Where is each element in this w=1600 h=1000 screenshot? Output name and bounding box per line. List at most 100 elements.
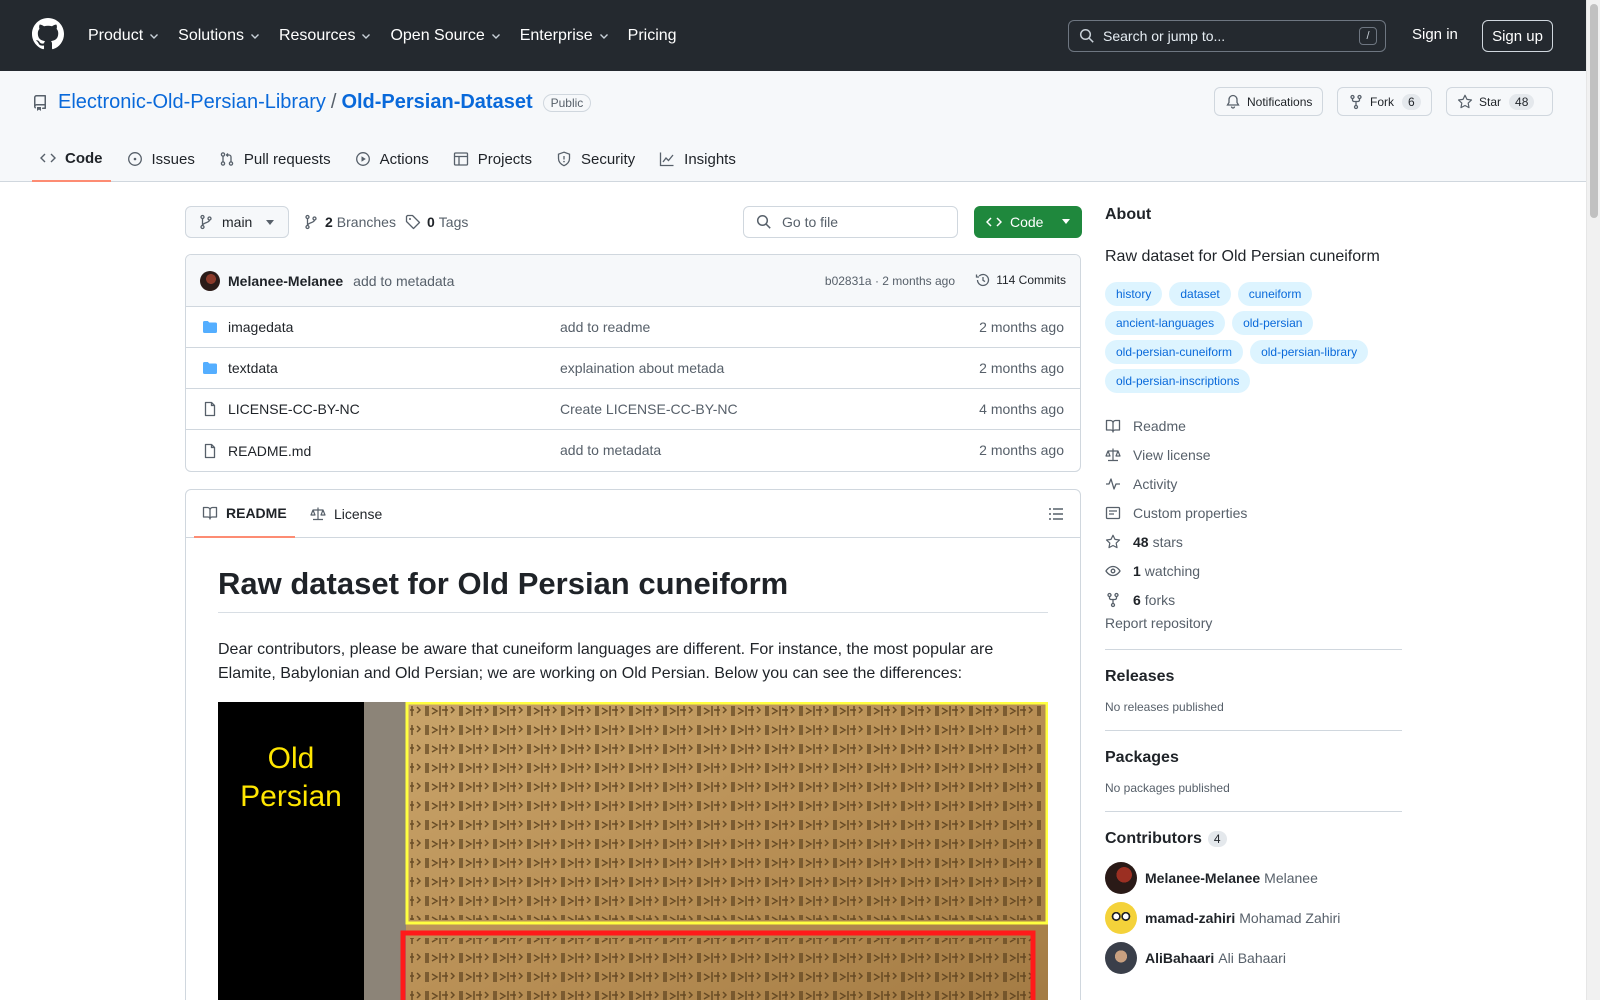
file-name-link[interactable]: README.md xyxy=(228,443,311,459)
forks-link[interactable]: 6 forks xyxy=(1105,585,1402,614)
commits-link[interactable]: 114 Commits xyxy=(975,272,1066,288)
chevron-down-icon xyxy=(491,33,500,39)
github-logo-icon[interactable] xyxy=(32,18,64,50)
tag-icon xyxy=(405,214,421,230)
custom-properties-link[interactable]: Custom properties xyxy=(1105,498,1402,527)
topic-tag[interactable]: ancient-languages xyxy=(1105,311,1226,335)
tab-license[interactable]: License xyxy=(310,490,382,538)
avatar[interactable] xyxy=(200,270,220,291)
tab-label: Security xyxy=(580,150,636,168)
license-tab-label: License xyxy=(334,506,383,522)
packages-heading[interactable]: Packages xyxy=(1105,749,1402,767)
file-name-link[interactable]: imagedata xyxy=(228,319,293,335)
link-label: Custom properties xyxy=(1133,504,1248,521)
chevron-down-icon xyxy=(362,33,371,39)
nav-solutions[interactable]: Solutions xyxy=(178,27,261,45)
contributor-item[interactable]: mamad-zahiri Mohamad Zahiri xyxy=(1105,898,1402,938)
releases-heading[interactable]: Releases xyxy=(1105,668,1402,686)
visibility-badge: Public xyxy=(542,93,592,112)
file-commit-message[interactable]: explaination about metada xyxy=(560,360,724,376)
fork-icon xyxy=(1107,592,1119,607)
list-icon[interactable] xyxy=(1048,506,1064,522)
tab-security[interactable]: Security xyxy=(548,139,643,179)
divider xyxy=(1105,649,1402,650)
issue-icon xyxy=(127,152,142,166)
topic-tag[interactable]: old-persian xyxy=(1232,311,1314,335)
tab-readme[interactable]: README xyxy=(194,490,295,538)
image-caption: Old Persian xyxy=(218,740,364,816)
table-icon xyxy=(453,152,468,166)
code-dropdown-button[interactable]: Code xyxy=(974,206,1082,238)
tags-label: Tags xyxy=(438,214,469,230)
link-label: stars xyxy=(1152,533,1183,550)
link-label: Activity xyxy=(1133,475,1178,492)
topic-tag[interactable]: old-persian-inscriptions xyxy=(1105,369,1251,393)
branches-link[interactable]: 2 Branches xyxy=(303,214,396,230)
tab-projects[interactable]: Projects xyxy=(445,139,540,179)
chevron-down-icon xyxy=(250,33,259,39)
tab-insights[interactable]: Insights xyxy=(651,139,744,179)
eye-icon xyxy=(1105,565,1121,576)
commit-message-link[interactable]: add to metadata xyxy=(353,273,454,289)
contributor-name: Mohamad Zahiri xyxy=(1239,910,1341,926)
topic-tag[interactable]: old-persian-cuneiform xyxy=(1105,340,1244,364)
repo-name-link[interactable]: Old-Persian-Dataset xyxy=(341,91,532,114)
notifications-button[interactable]: Notifications xyxy=(1214,87,1324,116)
topic-tag[interactable]: cuneiform xyxy=(1237,282,1313,306)
stars-link[interactable]: 48 stars xyxy=(1105,527,1402,556)
topic-tag[interactable]: old-persian-library xyxy=(1250,340,1369,364)
nav-enterprise[interactable]: Enterprise xyxy=(520,27,610,45)
tab-pull-requests[interactable]: Pull requests xyxy=(211,139,339,179)
topic-tag[interactable]: history xyxy=(1105,282,1163,306)
file-name-link[interactable]: textdata xyxy=(228,360,278,376)
contributors-heading[interactable]: Contributors 4 xyxy=(1105,830,1402,848)
nav-label: Solutions xyxy=(178,26,244,44)
commit-author-link[interactable]: Melanee-Melanee xyxy=(228,273,343,289)
file-commit-message[interactable]: add to metadata xyxy=(560,442,661,458)
bell-icon xyxy=(1226,94,1240,109)
file-name-link[interactable]: LICENSE-CC-BY-NC xyxy=(228,401,360,417)
code-icon xyxy=(40,153,56,163)
star-icon xyxy=(1457,94,1473,108)
releases-note: No releases published xyxy=(1105,700,1224,714)
tab-actions[interactable]: Actions xyxy=(347,139,437,179)
nav-resources[interactable]: Resources xyxy=(279,27,372,45)
scrollbar-thumb[interactable] xyxy=(1590,4,1598,218)
tab-label: Issues xyxy=(151,150,195,168)
sign-up-button[interactable]: Sign up xyxy=(1482,20,1553,52)
page-scrollbar[interactable] xyxy=(1586,0,1600,1000)
readme-link[interactable]: Readme xyxy=(1105,411,1402,440)
law-icon xyxy=(1105,448,1121,461)
tab-code[interactable]: Code xyxy=(32,139,111,182)
nav-product[interactable]: Product xyxy=(88,27,160,45)
search-input[interactable]: Search or jump to... / xyxy=(1068,20,1386,52)
file-date: 4 months ago xyxy=(979,401,1064,417)
readme-paragraph: Dear contributors, please be aware that … xyxy=(218,641,994,682)
branch-select-button[interactable]: main xyxy=(185,206,289,238)
nav-open-source[interactable]: Open Source xyxy=(390,27,501,45)
star-button[interactable]: Star 48 xyxy=(1446,87,1553,116)
search-icon xyxy=(1079,28,1094,43)
report-repository-link[interactable]: Report repository xyxy=(1105,615,1402,631)
go-to-file-input[interactable]: Go to file xyxy=(743,206,958,238)
file-row: textdata explaination about metada 2 mon… xyxy=(186,348,1080,389)
activity-link[interactable]: Activity xyxy=(1105,469,1402,498)
about-heading: About xyxy=(1105,206,1152,223)
tab-issues[interactable]: Issues xyxy=(119,139,203,179)
about-links: Readme View license Activity Custom prop… xyxy=(1105,411,1402,614)
repo-owner-link[interactable]: Electronic-Old-Persian-Library xyxy=(58,91,326,114)
commit-meta[interactable]: b02831a · 2 months ago xyxy=(825,274,955,288)
sign-in-link[interactable]: Sign in xyxy=(1412,26,1458,43)
contributor-item[interactable]: AliBahaari Ali Bahaari xyxy=(1105,938,1402,978)
view-license-link[interactable]: View license xyxy=(1105,440,1402,469)
file-commit-message[interactable]: add to readme xyxy=(560,319,650,335)
contributor-item[interactable]: Melanee-Melanee Melanee xyxy=(1105,858,1402,898)
file-commit-message[interactable]: Create LICENSE-CC-BY-NC xyxy=(560,401,738,417)
link-label: forks xyxy=(1144,591,1176,608)
watching-link[interactable]: 1 watching xyxy=(1105,556,1402,585)
fork-button[interactable]: Fork 6 xyxy=(1337,87,1432,116)
nav-pricing[interactable]: Pricing xyxy=(628,27,677,45)
book-icon xyxy=(1105,419,1121,433)
topic-tag[interactable]: dataset xyxy=(1169,282,1231,306)
tags-link[interactable]: 0 Tags xyxy=(405,214,468,230)
